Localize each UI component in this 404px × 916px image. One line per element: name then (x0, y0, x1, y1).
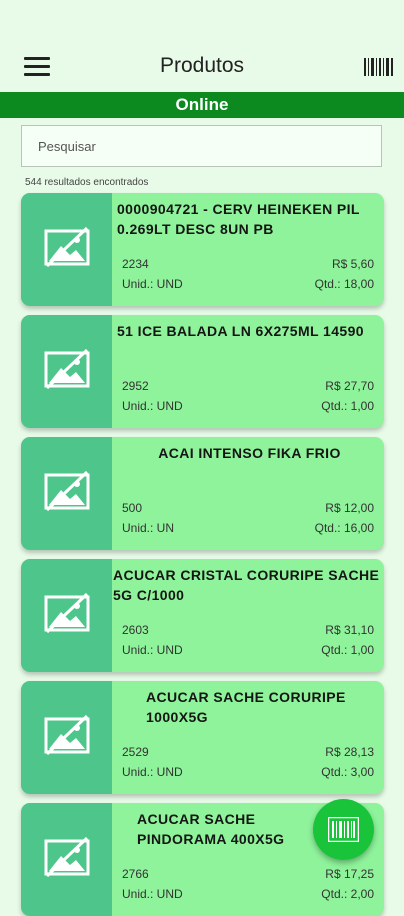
product-quantity: Qtd.: 1,00 (321, 643, 374, 657)
image-placeholder-icon (44, 470, 90, 512)
image-placeholder-icon (44, 714, 90, 756)
product-code: 500 (122, 501, 143, 515)
product-unit: Unid.: UND (122, 399, 183, 413)
image-placeholder-icon (44, 836, 90, 878)
image-placeholder-icon (44, 226, 90, 268)
product-thumbnail (21, 193, 112, 306)
product-name: ACUCAR SACHE PINDORAMA 400X5G (137, 811, 285, 847)
product-name: ACAI INTENSO FIKA FRIO (158, 445, 341, 461)
product-list: 0000904721 - CERV HEINEKEN PIL 0.269LT D… (0, 0, 404, 916)
product-card[interactable]: ACUCAR SACHE CORURIPE 1000X5G 2529 Unid.… (21, 681, 384, 794)
image-placeholder-icon (44, 348, 90, 390)
product-thumbnail (21, 437, 112, 550)
product-code: 2234 (122, 257, 149, 271)
product-card[interactable]: 51 ICE BALADA LN 6X275ML 14590 2952 Unid… (21, 315, 384, 428)
product-quantity: Qtd.: 1,00 (321, 399, 374, 413)
product-card[interactable]: 0000904721 - CERV HEINEKEN PIL 0.269LT D… (21, 193, 384, 306)
product-unit: Unid.: UND (122, 765, 183, 779)
product-card[interactable]: ACUCAR CRISTAL CORURIPE SACHE 5G C/1000 … (21, 559, 384, 672)
product-thumbnail (21, 803, 112, 916)
image-placeholder-icon (44, 592, 90, 634)
product-quantity: Qtd.: 3,00 (321, 765, 374, 779)
product-name: ACUCAR CRISTAL CORURIPE SACHE 5G C/1000 (113, 567, 380, 603)
product-unit: Unid.: UND (122, 277, 183, 291)
product-thumbnail (21, 559, 112, 672)
product-name: 51 ICE BALADA LN 6X275ML 14590 (117, 323, 364, 339)
product-code: 2529 (122, 745, 149, 759)
scan-barcode-button[interactable] (313, 799, 374, 860)
product-price: R$ 28,13 (325, 745, 374, 759)
product-thumbnail (21, 681, 112, 794)
product-price: R$ 31,10 (325, 623, 374, 637)
product-quantity: Qtd.: 2,00 (321, 887, 374, 901)
product-name: ACUCAR SACHE CORURIPE 1000X5G (146, 689, 346, 725)
product-quantity: Qtd.: 18,00 (314, 277, 374, 291)
product-unit: Unid.: UN (122, 521, 175, 535)
product-price: R$ 5,60 (331, 257, 374, 271)
product-unit: Unid.: UND (122, 643, 183, 657)
product-price: R$ 17,25 (325, 867, 374, 881)
product-unit: Unid.: UND (122, 887, 183, 901)
product-thumbnail (21, 315, 112, 428)
product-name: 0000904721 - CERV HEINEKEN PIL 0.269LT D… (117, 201, 360, 237)
barcode-scan-icon (328, 817, 359, 842)
product-price: R$ 27,70 (325, 379, 374, 393)
product-code: 2766 (122, 867, 149, 881)
product-quantity: Qtd.: 16,00 (314, 521, 374, 535)
product-code: 2603 (122, 623, 149, 637)
product-card[interactable]: ACAI INTENSO FIKA FRIO 500 Unid.: UN R$ … (21, 437, 384, 550)
product-code: 2952 (122, 379, 149, 393)
product-price: R$ 12,00 (325, 501, 374, 515)
